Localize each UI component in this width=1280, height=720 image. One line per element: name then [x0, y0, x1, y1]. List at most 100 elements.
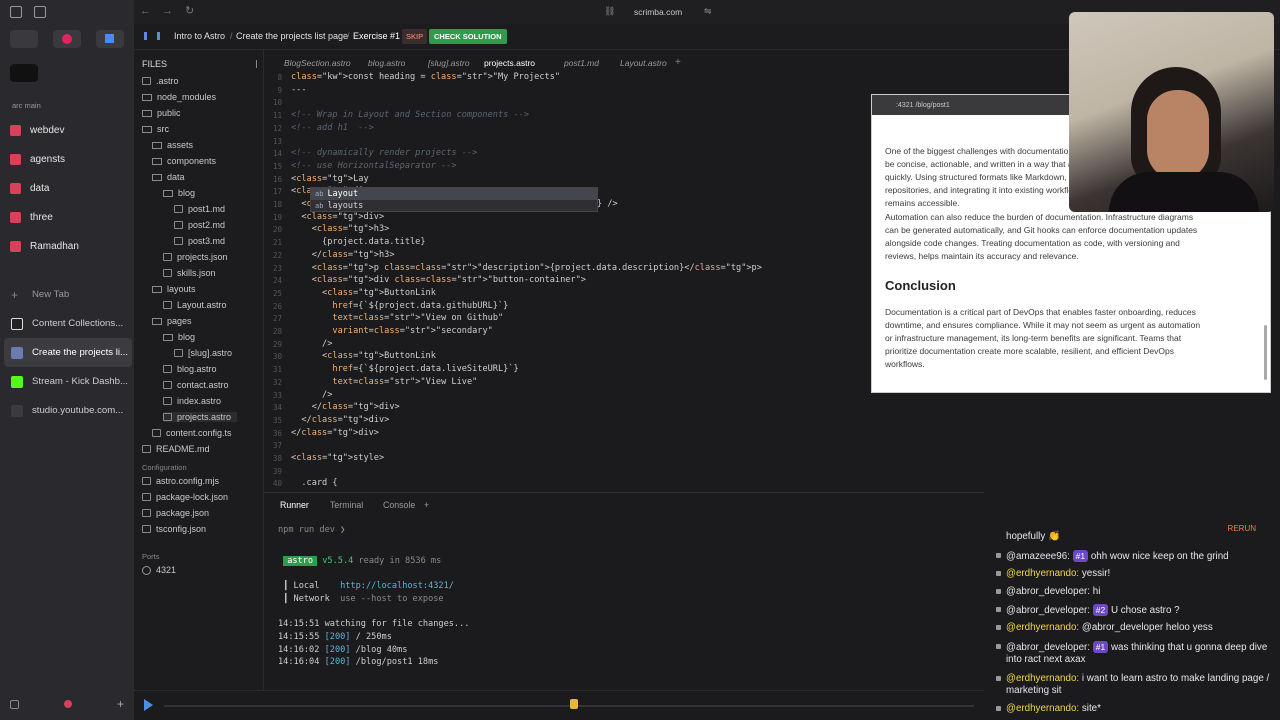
code-line[interactable]: <class="tg">h3>	[291, 224, 390, 234]
tab-terminal[interactable]: Terminal	[330, 500, 363, 510]
code-line[interactable]: </class="tg">h3>	[291, 250, 395, 260]
collapse-panel-icon[interactable]	[256, 60, 262, 68]
forward-icon[interactable]: →	[162, 5, 173, 17]
code-line[interactable]: <!-- dynamically render projects -->	[291, 148, 477, 158]
chat-username[interactable]: @abror_developer:	[1006, 605, 1090, 616]
port-item[interactable]: 4321	[142, 565, 176, 575]
tab-create-projects[interactable]: Create the projects li...	[4, 338, 132, 367]
pinned-favorite-calendar[interactable]	[96, 30, 124, 48]
sidebar-toggle-icon[interactable]	[10, 6, 22, 18]
folder-item[interactable]: data	[152, 172, 185, 182]
code-line[interactable]: <!-- add h1 -->	[291, 123, 374, 133]
file-item[interactable]: projects.astro	[163, 412, 238, 422]
address-bar[interactable]: scrimba.com	[634, 7, 682, 17]
code-line[interactable]: <class="tg">Lay	[291, 174, 369, 184]
folder-item[interactable]: node_modules	[142, 92, 216, 102]
autocomplete-item[interactable]: ab layouts	[311, 200, 597, 212]
new-tab-button[interactable]: + New Tab	[4, 280, 132, 309]
space-agensts[interactable]: agensts	[0, 145, 134, 174]
chat-username[interactable]: @erdhyernando:	[1006, 673, 1079, 684]
file-item[interactable]: index.astro	[163, 396, 221, 406]
breadcrumb-exercise[interactable]: Exercise #1	[353, 31, 400, 41]
file-item[interactable]: blog.astro	[163, 364, 217, 374]
code-line[interactable]: ---	[291, 85, 307, 95]
code-line[interactable]: />	[291, 339, 332, 349]
check-solution-button[interactable]: CHECK SOLUTION	[429, 29, 507, 44]
editor-tab[interactable]: BlogSection.astro	[284, 58, 351, 68]
link-icon[interactable]: ⛓	[604, 6, 615, 17]
code-line[interactable]: <!-- use HorizontalSeparator -->	[291, 161, 457, 171]
code-line[interactable]: text=class="str">"View Live"	[291, 377, 477, 387]
pinned-favorite-1[interactable]	[10, 30, 38, 48]
pinned-favorite-tiktok[interactable]	[10, 64, 38, 82]
tab-youtube-studio[interactable]: studio.youtube.com...	[4, 396, 132, 425]
tab-runner[interactable]: Runner	[280, 500, 309, 510]
tab-content-collections[interactable]: Content Collections...	[4, 309, 132, 338]
code-line[interactable]: .card {	[291, 478, 337, 488]
file-item[interactable]: README.md	[142, 444, 210, 454]
folder-item[interactable]: blog	[163, 188, 195, 198]
site-controls-icon[interactable]: ⇋	[704, 6, 712, 17]
code-line[interactable]: </class="tg">div>	[291, 428, 379, 438]
chat-username[interactable]: @erdhyernando:	[1006, 703, 1079, 714]
scrimba-logo-icon[interactable]	[144, 32, 160, 40]
tab-console[interactable]: Console	[383, 500, 415, 510]
reload-icon[interactable]: ↻	[185, 4, 194, 17]
editor-tab[interactable]: post1.md	[564, 58, 599, 68]
code-line[interactable]: text=class="str">"View on Github"	[291, 313, 503, 323]
code-line[interactable]: <!-- Wrap in Layout and Section componen…	[291, 110, 529, 120]
record-icon[interactable]	[63, 700, 72, 708]
file-item[interactable]: post2.md	[174, 220, 225, 230]
code-line[interactable]: <class="tg">ButtonLink	[291, 288, 436, 298]
file-item[interactable]: content.config.ts	[152, 428, 232, 438]
code-line[interactable]: <class="tg">p class=class="str">"descrip…	[291, 263, 762, 273]
play-icon[interactable]	[144, 699, 153, 711]
code-line[interactable]: <class="tg">div>	[291, 212, 384, 222]
folder-item[interactable]: blog	[163, 332, 195, 342]
autocomplete-item[interactable]: ab Layout	[311, 188, 597, 200]
breadcrumb-course[interactable]: Intro to Astro	[174, 31, 225, 41]
chat-username[interactable]: @abror_developer:	[1006, 642, 1090, 653]
folder-item[interactable]: components	[152, 156, 216, 166]
code-line[interactable]: </class="tg">div>	[291, 402, 400, 412]
folder-item[interactable]: pages	[152, 316, 192, 326]
space-three[interactable]: three	[0, 203, 134, 232]
chat-username[interactable]: @erdhyernando:	[1006, 622, 1079, 633]
code-line[interactable]: <class="tg">div class=class="str">"butto…	[291, 275, 586, 285]
code-line[interactable]: class="kw">const heading = class="str">"…	[291, 72, 560, 82]
config-file-item[interactable]: package-lock.json	[142, 492, 228, 502]
file-item[interactable]: post1.md	[174, 204, 225, 214]
editor-tab[interactable]: [slug].astro	[428, 58, 470, 68]
file-item[interactable]: [slug].astro	[174, 348, 232, 358]
timeline-track[interactable]	[164, 705, 974, 707]
file-item[interactable]: post3.md	[174, 236, 225, 246]
code-line[interactable]: </class="tg">div>	[291, 415, 389, 425]
code-line[interactable]: />	[291, 390, 332, 400]
folder-item[interactable]: public	[142, 108, 181, 118]
file-item[interactable]: projects.json	[163, 252, 228, 262]
folder-item[interactable]: assets	[152, 140, 193, 150]
code-line[interactable]: <class="tg">style>	[291, 453, 384, 463]
editor-tab[interactable]: projects.astro	[484, 58, 535, 68]
code-line[interactable]: variant=class="str">"secondary"	[291, 326, 492, 336]
pinned-favorite-youtube-music[interactable]	[53, 30, 81, 48]
file-item[interactable]: contact.astro	[163, 380, 229, 390]
space-webdev[interactable]: webdev	[0, 116, 134, 145]
chat-username[interactable]: @amazeee96:	[1006, 551, 1070, 562]
split-view-icon[interactable]	[34, 6, 46, 18]
add-icon[interactable]: +	[117, 697, 124, 711]
chat-username[interactable]: @abror_developer:	[1006, 586, 1090, 597]
code-line[interactable]: href={`${project.data.liveSiteURL}`}	[291, 364, 518, 374]
tab-kick-dashboard[interactable]: Stream - Kick Dashb...	[4, 367, 132, 396]
timeline-marker[interactable]	[570, 699, 578, 709]
add-tab-icon[interactable]: +	[675, 57, 681, 68]
space-data[interactable]: data	[0, 174, 134, 203]
archive-icon[interactable]	[10, 699, 19, 709]
preview-scrollbar[interactable]	[1264, 325, 1267, 380]
config-file-item[interactable]: tsconfig.json	[142, 524, 206, 534]
space-ramadhan[interactable]: Ramadhan	[0, 232, 134, 261]
file-item[interactable]: .astro	[142, 76, 179, 86]
config-file-item[interactable]: astro.config.mjs	[142, 476, 219, 486]
folder-item[interactable]: src	[142, 124, 169, 134]
file-item[interactable]: Layout.astro	[163, 300, 227, 310]
